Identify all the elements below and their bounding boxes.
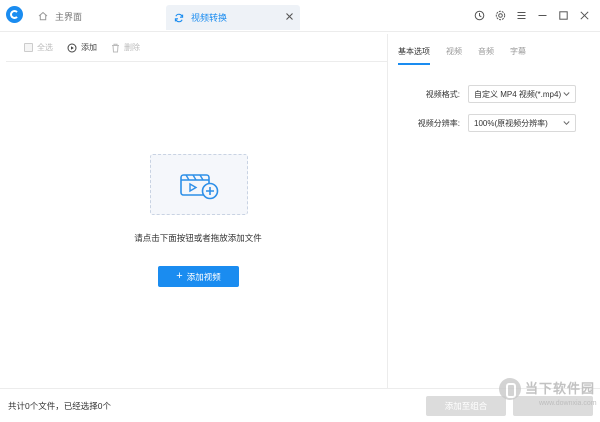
resolution-value: 100%(原视频分辨率) (474, 118, 548, 128)
delete-label: 删除 (124, 43, 140, 52)
app-logo-icon (6, 6, 23, 23)
tab-subtitle[interactable]: 字幕 (510, 46, 526, 65)
add-video-button[interactable]: + 添加视频 (158, 266, 239, 287)
tab-home[interactable]: 主界面 (38, 8, 82, 24)
maximize-icon[interactable] (557, 9, 569, 21)
file-toolbar: 全选 添加 删除 (6, 34, 388, 62)
tab-video[interactable]: 视频 (446, 46, 462, 65)
tab-video-label: 视频转换 (191, 13, 228, 23)
drop-hint-text: 请点击下面按钮或者拖放添加文件 (134, 233, 262, 243)
tab-video-convert[interactable]: 视频转换 (166, 5, 300, 30)
resolution-label: 视频分辨率: (417, 118, 460, 128)
minimize-icon[interactable] (536, 9, 548, 21)
watermark-name: 当下软件园 (525, 381, 596, 396)
home-icon (38, 11, 48, 21)
drop-zone[interactable] (150, 154, 248, 215)
select-all-button[interactable]: 全选 (24, 42, 53, 53)
resolution-select[interactable]: 100%(原视频分辨率) (468, 114, 576, 132)
format-row: 视频格式: 自定义 MP4 视频(*.mp4) (390, 84, 600, 104)
close-window-icon[interactable] (578, 9, 590, 21)
refresh-icon (174, 13, 184, 22)
add-button[interactable]: 添加 (67, 42, 97, 53)
watermark-url: www.downxia.com (539, 400, 597, 407)
trash-icon (112, 43, 119, 52)
chevron-down-icon (563, 121, 570, 126)
format-select[interactable]: 自定义 MP4 视频(*.mp4) (468, 85, 576, 103)
select-all-label: 全选 (37, 43, 53, 52)
settings-panel: 基本选项 视频 音频 字幕 视频格式: 自定义 MP4 视频(*.mp4) 视频… (390, 34, 600, 388)
watermark: 当下软件园 www.downxia.com (499, 372, 597, 412)
file-list-panel: 全选 添加 删除 请点击下面按钮或者拖放添加文件 + 添加视频 (6, 34, 388, 388)
settings-tabs: 基本选项 视频 音频 字幕 (398, 46, 542, 65)
tab-home-label: 主界面 (55, 11, 83, 22)
resolution-row: 视频分辨率: 100%(原视频分辨率) (390, 113, 600, 133)
window-controls (473, 9, 590, 21)
play-circle-icon (67, 43, 77, 52)
settings-gear-icon[interactable] (494, 9, 506, 21)
add-video-label: 添加视频 (186, 271, 221, 282)
tab-basic-options[interactable]: 基本选项 (398, 46, 430, 65)
select-all-checkbox[interactable] (24, 43, 33, 52)
merge-label: 添加至组合 (444, 401, 488, 411)
tab-audio[interactable]: 音频 (478, 46, 494, 65)
watermark-logo-icon (499, 378, 521, 400)
delete-button[interactable]: 删除 (111, 42, 140, 53)
add-label: 添加 (81, 43, 97, 52)
chevron-down-icon (563, 92, 570, 97)
close-tab-icon[interactable] (285, 12, 294, 21)
title-bar: 主界面 视频转换 (0, 0, 600, 32)
plus-icon: + (176, 270, 183, 282)
file-count-status: 共计0个文件，已经选择0个 (8, 401, 111, 411)
add-to-merge-button[interactable]: 添加至组合 (426, 396, 506, 416)
add-video-icon (180, 173, 219, 199)
format-value: 自定义 MP4 视频(*.mp4) (474, 89, 562, 99)
format-label: 视频格式: (425, 89, 460, 99)
history-icon[interactable] (473, 9, 485, 21)
menu-icon[interactable] (515, 9, 527, 21)
